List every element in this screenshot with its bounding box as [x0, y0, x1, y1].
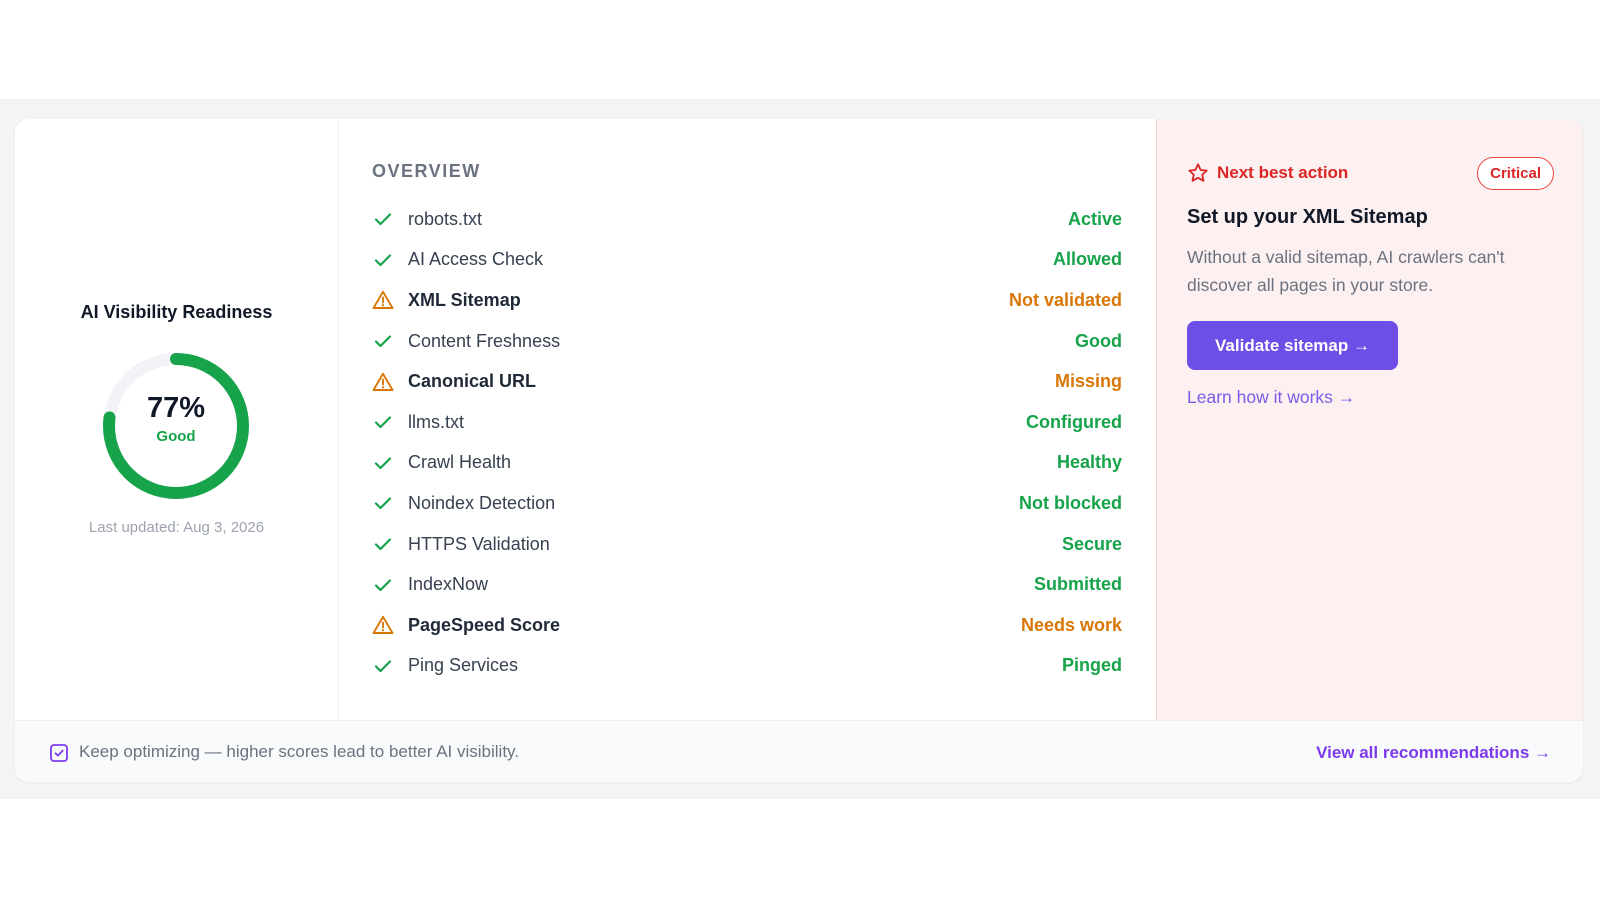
score-status: Good	[156, 428, 196, 445]
overview-item-status: Allowed	[1052, 249, 1122, 270]
warning-icon	[372, 372, 394, 391]
overview-row: AI Access Check Allowed	[372, 240, 1122, 281]
overview-panel: OVERVIEW robots.txt Active AI Access Check…	[338, 119, 1156, 720]
overview-row: Canonical URL Missing	[372, 361, 1122, 402]
overview-row: Content Freshness Good	[372, 321, 1122, 362]
ai-visibility-card: AI Visibility Readiness 77% Good Last up…	[15, 119, 1583, 782]
score-ring	[103, 353, 249, 499]
overview-row: XML Sitemap Not validated	[372, 280, 1122, 321]
critical-badge: Critical	[1477, 157, 1554, 190]
check-icon	[374, 579, 392, 591]
overview-item-status: Not blocked	[1018, 492, 1122, 513]
score-panel: AI Visibility Readiness 77% Good Last up…	[15, 119, 339, 720]
overview-item-status: Healthy	[1056, 452, 1122, 473]
overview-item-label: Crawl Health	[408, 452, 512, 473]
footer-message: Keep optimizing — higher scores lead to …	[79, 742, 520, 761]
check-icon	[374, 497, 392, 510]
overview-item-status: Submitted	[1034, 574, 1122, 595]
overview-list: robots.txt Active AI Access Check Allowed XM…	[372, 199, 1122, 686]
score-title: AI Visibility Readiness	[80, 302, 273, 322]
overview-item-label: AI Access Check	[408, 249, 544, 270]
star-icon	[1188, 163, 1208, 182]
overview-row: Crawl Health Healthy	[372, 443, 1122, 484]
score-percent: 77%	[146, 392, 206, 424]
view-all-recommendations-link[interactable]: View all recommendations →	[1316, 743, 1551, 763]
checkbox-icon	[50, 744, 68, 762]
warning-icon	[372, 291, 394, 310]
overview-row: HTTPS Validation Secure	[372, 524, 1122, 565]
overview-item-label: PageSpeed Score	[408, 614, 561, 635]
check-icon	[374, 538, 392, 551]
check-icon	[374, 416, 392, 429]
warning-icon	[372, 616, 394, 635]
check-icon	[374, 660, 392, 672]
action-title: Set up your XML Sitemap	[1187, 206, 1428, 228]
overview-item-status: Secure	[1061, 533, 1122, 554]
overview-item-label: Canonical URL	[408, 371, 537, 392]
overview-row: PageSpeed Score Needs work	[372, 605, 1122, 646]
last-updated: Last updated: Aug 3, 2026	[88, 519, 265, 536]
overview-item-status: Active	[1067, 208, 1122, 229]
overview-item-status: Good	[1075, 330, 1122, 351]
overview-item-label: Noindex Detection	[408, 492, 556, 513]
learn-how-link[interactable]: Learn how it works →	[1187, 387, 1355, 408]
overview-row: Noindex Detection Not blocked	[372, 483, 1122, 524]
overview-heading: OVERVIEW	[372, 161, 481, 181]
check-icon	[374, 335, 392, 348]
overview-item-label: XML Sitemap	[408, 289, 521, 310]
overview-row: llms.txt Configured	[372, 402, 1122, 443]
action-description: Without a valid sitemap, AI crawlers can…	[1187, 247, 1505, 295]
overview-row: Ping Services Pinged	[372, 646, 1122, 687]
check-icon	[374, 457, 392, 469]
overview-row: robots.txt Active	[372, 199, 1122, 240]
overview-item-label: llms.txt	[408, 411, 464, 432]
card-footer: Keep optimizing — higher scores lead to …	[15, 720, 1583, 782]
validate-sitemap-button[interactable]: Validate sitemap →	[1187, 321, 1398, 370]
overview-item-label: Ping Services	[408, 655, 519, 676]
overview-item-label: Content Freshness	[408, 330, 561, 351]
next-action-panel: Next best action Critical Set up your XM…	[1156, 119, 1583, 720]
overview-item-status: Configured	[1026, 411, 1122, 432]
next-action-label: Next best action	[1217, 163, 1349, 182]
next-action-header: Next best action	[1187, 162, 1348, 184]
check-icon	[374, 254, 392, 266]
overview-item-status: Needs work	[1020, 614, 1122, 635]
overview-item-status: Not validated	[1008, 289, 1122, 310]
overview-item-status: Pinged	[1061, 655, 1122, 676]
check-icon	[374, 213, 392, 226]
overview-item-label: robots.txt	[408, 208, 483, 229]
overview-item-label: IndexNow	[408, 574, 489, 595]
overview-item-label: HTTPS Validation	[408, 533, 550, 554]
overview-row: IndexNow Submitted	[372, 564, 1122, 605]
overview-item-status: Missing	[1054, 371, 1122, 392]
